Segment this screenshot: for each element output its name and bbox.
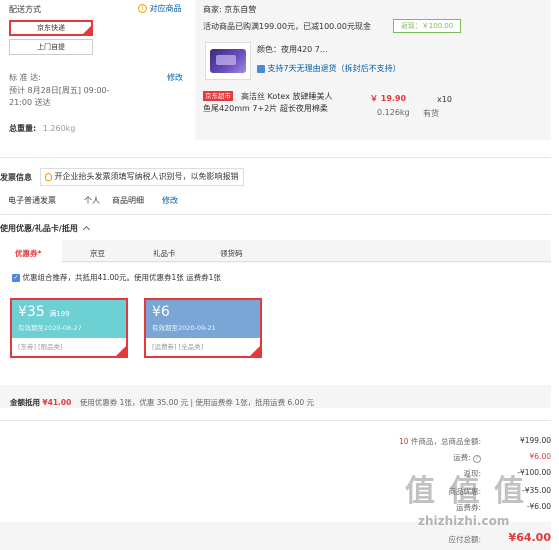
shipping-option-jd-express[interactable]: 京东快递	[9, 20, 93, 36]
coupon-card-top: ¥35 满199 有效期至2020-08-27	[12, 300, 126, 338]
invoice-holder: 个人	[84, 196, 100, 205]
product-image-highlight	[216, 55, 236, 65]
shipping-option-label: 京东快递	[37, 24, 65, 32]
item-quantity: x10	[437, 95, 452, 104]
freight-label-text: 运费:	[453, 453, 471, 462]
chevron-up-icon	[82, 225, 90, 234]
watermark-logo: 值 值 值	[405, 474, 526, 509]
deduct-detail: 使用优惠券 1张，优惠 35.00 元 | 使用运费券 1张，抵用运费 6.00…	[79, 398, 315, 407]
coupon-card[interactable]: ¥6 有效期至2020-09-21 [运费券] [全品类]	[144, 298, 262, 358]
lightbulb-icon	[45, 172, 52, 181]
seller-name: 商家: 京东自营	[203, 5, 257, 14]
recommend-combo[interactable]: ✓ 优惠组合推荐，共抵用41.00元。使用优惠券1张 运费券1张	[12, 272, 221, 283]
question-icon[interactable]: ?	[473, 455, 481, 463]
divider	[0, 157, 551, 158]
payable-label: 应付总额:	[448, 535, 481, 544]
invoice-title: 发票信息	[0, 173, 32, 182]
coupon-card[interactable]: ¥35 满199 有效期至2020-08-27 [东券] [限品类]	[10, 298, 128, 358]
item-price: ￥ 19.90	[370, 94, 407, 103]
weight-label: 总重量:	[9, 124, 37, 133]
total-goods-amount: ¥199.00	[519, 436, 551, 445]
coupon-condition: 满199	[49, 310, 70, 318]
freight-coupon-amount: -¥6.00	[526, 502, 551, 511]
item-color: 颜色：夜用420 7...	[257, 45, 328, 54]
divider	[0, 214, 551, 215]
deduct-label: 金额抵用	[10, 398, 40, 407]
product-thumbnail[interactable]	[205, 42, 251, 80]
coupon-card-top: ¥6 有效期至2020-09-21	[146, 300, 260, 338]
coupon-amount: ¥6	[152, 304, 170, 320]
coupon-tags: [东券] [限品类]	[12, 338, 126, 356]
info-icon: !	[138, 4, 147, 13]
payable-amount: ¥64.00	[508, 531, 551, 544]
goods-count: 10	[399, 437, 409, 446]
freight-amount: ¥6.00	[529, 452, 551, 461]
shipping-title: 配送方式	[9, 5, 41, 14]
summary-divider	[0, 420, 551, 421]
shipping-option-label: 上门自提	[37, 43, 65, 51]
goods-count-suffix: 件商品，总商品金额:	[410, 437, 481, 446]
invoice-type: 电子普通发票	[8, 196, 56, 205]
item-stock: 有货	[423, 109, 439, 118]
freight-label: 运费: ?	[453, 452, 481, 463]
invoice-notice-text: 开企业抬头发票须填写纳税人识别号，以免影响报销	[54, 172, 239, 181]
tab-redeem-code[interactable]: 领货码	[220, 248, 243, 259]
shipping-option-pickup[interactable]: 上门自提	[9, 39, 93, 55]
goods-count-label: 10 件商品，总商品金额:	[399, 436, 481, 447]
item-name-line1[interactable]: 高洁丝 Kotex 放肆睡美人	[241, 91, 332, 102]
return-policy: 支持7天无理由退货（拆封后不支持）	[257, 63, 401, 74]
total-weight: 总重量: 1.260kg	[9, 123, 75, 134]
coupon-tags: [运费券] [全品类]	[146, 338, 260, 356]
standard-delivery-label: 标 准 达:	[9, 73, 41, 82]
shipping-modify-link[interactable]: 修改	[167, 72, 183, 83]
invoice-content: 商品明细	[112, 196, 144, 205]
tab-jd-beans[interactable]: 京豆	[90, 248, 105, 259]
coupon-discount-amount: -¥35.00	[522, 486, 551, 495]
item-name-line2[interactable]: 鱼尾420mm 7+2片 超长夜用棉柔	[203, 103, 328, 114]
return-policy-label: 支持7天无理由退货（拆封后不支持）	[267, 64, 401, 73]
delivery-estimate-line2: 21:00 送达	[9, 98, 51, 107]
deduct-amount: ¥41.00	[42, 398, 72, 407]
return-check-icon	[257, 64, 265, 73]
item-weight: 0.126kg	[377, 108, 410, 117]
watermark-url: zhizhizhi.com	[418, 514, 510, 528]
recommend-text: 优惠组合推荐，共抵用41.00元。使用优惠券1张 运费券1张	[22, 273, 221, 282]
deduction-summary: 金额抵用 ¥41.00 使用优惠券 1张，优惠 35.00 元 | 使用运费券 …	[10, 397, 314, 408]
invoice-modify-link[interactable]: 修改	[162, 195, 178, 206]
coupon-expiry: 有效期至2020-08-27	[18, 324, 82, 332]
promo-text: 活动商品已购满199.00元，已减100.00元现金	[203, 22, 371, 31]
coupon-section-toggle[interactable]: 使用优惠/礼品卡/抵用	[0, 223, 90, 234]
jd-supermarket-badge: 京东超市	[203, 91, 233, 101]
rebate-badge: 返现：￥100.00	[393, 19, 461, 33]
delivery-estimate-line1: 预计 8月28日[周五] 09:00-	[9, 86, 110, 95]
checkbox-checked-icon[interactable]: ✓	[12, 273, 20, 282]
coupon-tab-bar	[0, 240, 551, 262]
weight-value: 1.260kg	[42, 124, 76, 133]
coupon-amount: ¥35	[18, 304, 45, 320]
coupon-section-title: 使用优惠/礼品卡/抵用	[0, 224, 78, 233]
compare-goods-link[interactable]: ! 对应商品	[138, 3, 182, 14]
coupon-expiry: 有效期至2020-09-21	[152, 324, 216, 332]
invoice-notice: 开企业抬头发票须填写纳税人识别号，以免影响报销	[40, 168, 244, 186]
compare-goods-label: 对应商品	[149, 4, 182, 13]
tab-coupons[interactable]: 优惠券*	[15, 248, 41, 259]
tab-gift-card[interactable]: 礼品卡	[153, 248, 176, 259]
